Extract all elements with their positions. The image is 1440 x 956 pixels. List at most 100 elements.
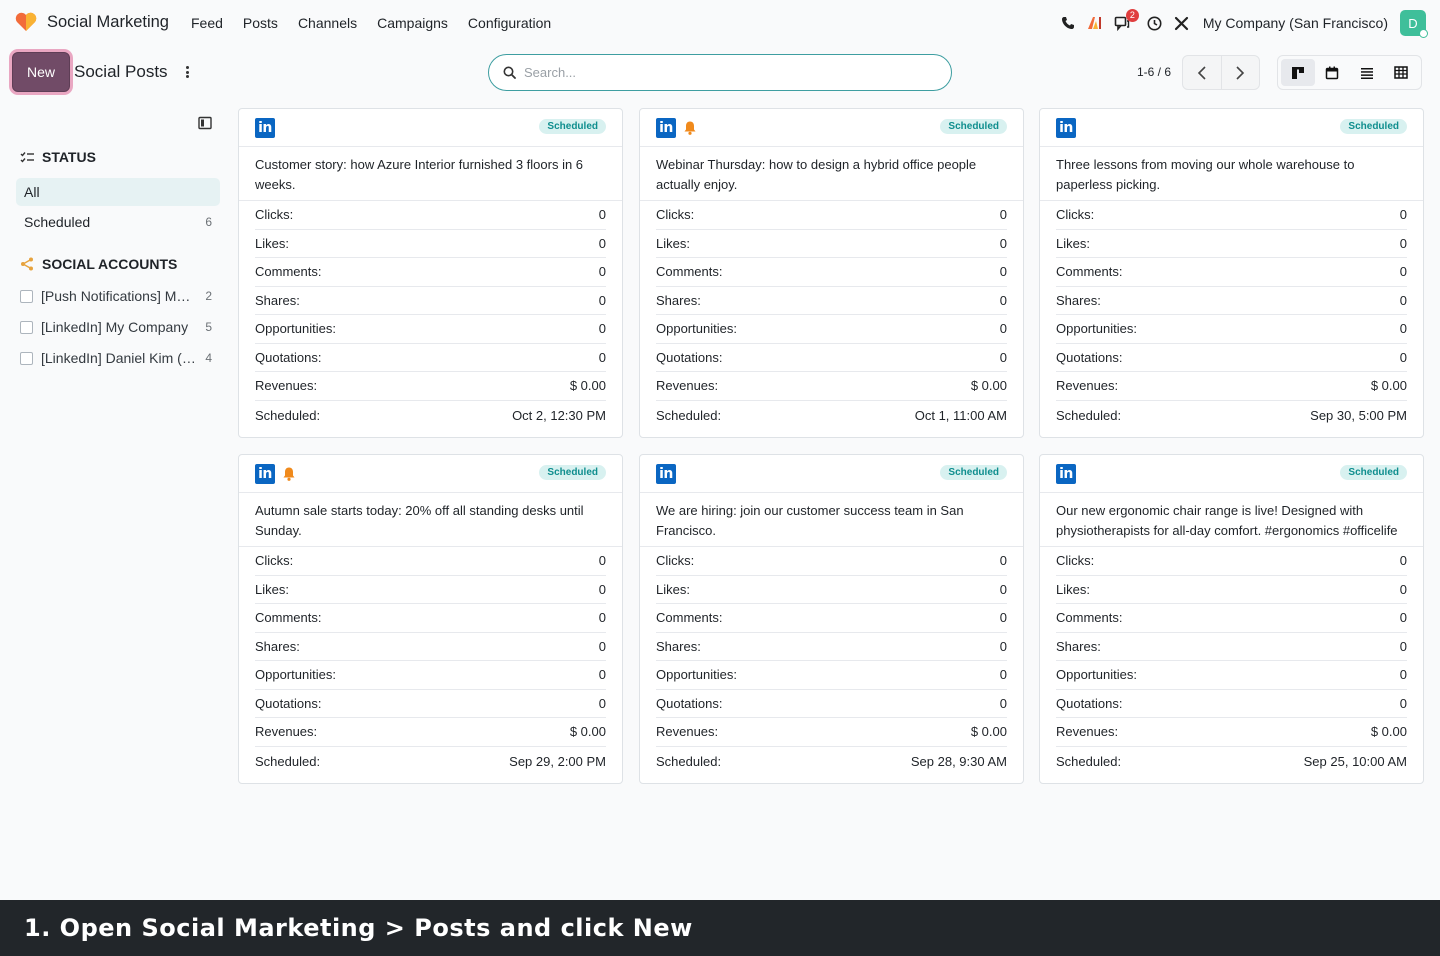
stat-label: Revenues:: [656, 378, 719, 394]
status-badge: Scheduled: [539, 119, 606, 134]
company-switcher[interactable]: My Company (San Francisco): [1203, 15, 1388, 31]
stat-row: Shares: 0: [255, 287, 606, 315]
stat-label: Opportunities:: [1056, 321, 1137, 337]
actions-menu-icon[interactable]: [183, 64, 191, 80]
stat-value: $ 0.00: [970, 378, 1007, 394]
status-badge: Scheduled: [1340, 465, 1407, 480]
calendar-view-button[interactable]: [1315, 59, 1349, 86]
stat-row: Shares: 0: [656, 633, 1007, 661]
pager-value[interactable]: 1-6 / 6: [1137, 65, 1171, 79]
sidebar-toggle-icon[interactable]: [198, 116, 212, 130]
stat-value: 0: [1399, 553, 1407, 569]
stat-label: Clicks:: [255, 553, 294, 569]
pivot-view-button[interactable]: [1384, 59, 1418, 86]
linkedin-icon: in: [255, 463, 275, 484]
menu-campaigns[interactable]: Campaigns: [377, 15, 448, 31]
menu-feed[interactable]: Feed: [191, 15, 223, 31]
account-label: [LinkedIn] Daniel Kim (My Company): [41, 350, 197, 366]
stat-value: 0: [999, 321, 1007, 337]
menu-posts[interactable]: Posts: [243, 15, 278, 31]
status-filter-all[interactable]: All: [16, 178, 220, 206]
post-message: Our new ergonomic chair range is live! D…: [1040, 493, 1423, 547]
account-checkbox[interactable]: [20, 351, 33, 365]
stat-label: Revenues:: [1056, 378, 1119, 394]
new-button[interactable]: New: [12, 52, 70, 92]
stat-value: Sep 30, 5:00 PM: [1310, 407, 1407, 423]
status-filter-count: 6: [205, 215, 212, 229]
kanban-icon: [1292, 66, 1305, 79]
stat-row: Quotations: 0: [255, 344, 606, 372]
status-filter-label: All: [24, 184, 40, 200]
stat-value: 0: [598, 695, 606, 711]
stat-label: Likes:: [1056, 581, 1090, 597]
menu-channels[interactable]: Channels: [298, 15, 357, 31]
bell-icon: [684, 121, 696, 135]
stat-label: Revenues:: [255, 378, 318, 394]
account-checkbox[interactable]: [20, 320, 33, 334]
stat-row: Likes: 0: [656, 576, 1007, 604]
messages-badge: 2: [1125, 9, 1139, 22]
ai-icon[interactable]: [1087, 15, 1103, 31]
post-card[interactable]: in Scheduled Webinar Thursday: how to desi…: [639, 108, 1024, 438]
stat-value: 0: [1399, 235, 1407, 251]
pivot-icon: [1394, 66, 1408, 79]
stat-row: Comments: 0: [1056, 258, 1407, 287]
stat-label: Quotations:: [255, 695, 322, 711]
stat-row: Revenues: $ 0.00: [1056, 372, 1407, 401]
pager-next-button[interactable]: [1222, 56, 1260, 89]
account-checkbox[interactable]: [20, 289, 33, 303]
account-filter[interactable]: [LinkedIn] Daniel Kim (My Company) 4: [20, 346, 220, 370]
post-stats: Clicks: 0 Likes: 0 Comments: 0 Shares: 0 Opportu…: [640, 201, 1023, 430]
stat-row: Revenues: $ 0.00: [255, 718, 606, 747]
stat-row: Quotations: 0: [1056, 690, 1407, 718]
post-stats: Clicks: 0 Likes: 0 Comments: 0 Shares: 0 Opportu…: [640, 547, 1023, 776]
stat-label: Likes:: [656, 235, 690, 251]
list-view-button[interactable]: [1350, 59, 1384, 86]
kanban-view-button[interactable]: [1281, 59, 1316, 86]
stat-label: Quotations:: [656, 349, 723, 365]
stat-label: Shares:: [1056, 638, 1101, 654]
stat-row: Likes: 0: [255, 230, 606, 258]
pager-previous-button[interactable]: [1183, 56, 1222, 89]
stat-label: Likes:: [255, 581, 289, 597]
app-logo-icon[interactable]: [15, 12, 37, 32]
stat-value: 0: [999, 553, 1007, 569]
phone-icon[interactable]: [1060, 15, 1076, 31]
stat-label: Scheduled:: [656, 407, 722, 423]
stat-row: Revenues: $ 0.00: [1056, 718, 1407, 747]
stat-label: Quotations:: [1056, 695, 1123, 711]
account-filter[interactable]: [Push Notifications] My Company 2: [20, 284, 220, 308]
post-card[interactable]: in Scheduled We are hiring: join our custo…: [639, 454, 1024, 784]
app-name[interactable]: Social Marketing: [47, 13, 169, 32]
post-card[interactable]: in Scheduled Customer story: how Azure Int…: [238, 108, 623, 438]
post-card[interactable]: in Scheduled Autumn sale starts today: 20%…: [238, 454, 623, 784]
stat-label: Shares:: [656, 292, 701, 308]
post-card[interactable]: in Scheduled Our new ergonomic chair range…: [1039, 454, 1424, 784]
stat-row: Revenues: $ 0.00: [656, 718, 1007, 747]
stat-label: Opportunities:: [1056, 667, 1137, 683]
messages-icon[interactable]: 2: [1114, 9, 1139, 31]
status-filter-scheduled[interactable]: Scheduled 6: [16, 208, 220, 236]
search-bar[interactable]: [488, 54, 952, 91]
stat-label: Clicks:: [1056, 207, 1095, 223]
stat-label: Shares:: [656, 638, 701, 654]
post-card-header: in Scheduled: [239, 109, 622, 147]
search-input[interactable]: [524, 65, 924, 80]
stat-row: Revenues: $ 0.00: [656, 372, 1007, 401]
tools-icon[interactable]: [1174, 15, 1190, 31]
search-icon: [503, 66, 516, 79]
post-card[interactable]: in Scheduled Three lessons from moving our…: [1039, 108, 1424, 438]
status-badge: Scheduled: [539, 465, 606, 480]
menu-configuration[interactable]: Configuration: [468, 15, 551, 31]
account-filter[interactable]: [LinkedIn] My Company 5: [20, 315, 220, 339]
stat-row: Opportunities: 0: [656, 315, 1007, 344]
clock-icon[interactable]: [1147, 15, 1163, 31]
user-avatar[interactable]: D: [1400, 10, 1428, 38]
stat-value: Sep 25, 10:00 AM: [1303, 753, 1407, 769]
stat-value: 0: [598, 667, 606, 683]
stat-label: Scheduled:: [255, 407, 321, 423]
list-icon: [1360, 67, 1373, 79]
stat-label: Quotations:: [1056, 349, 1123, 365]
post-message: Autumn sale starts today: 20% off all st…: [239, 493, 622, 547]
stat-value: 0: [999, 349, 1007, 365]
